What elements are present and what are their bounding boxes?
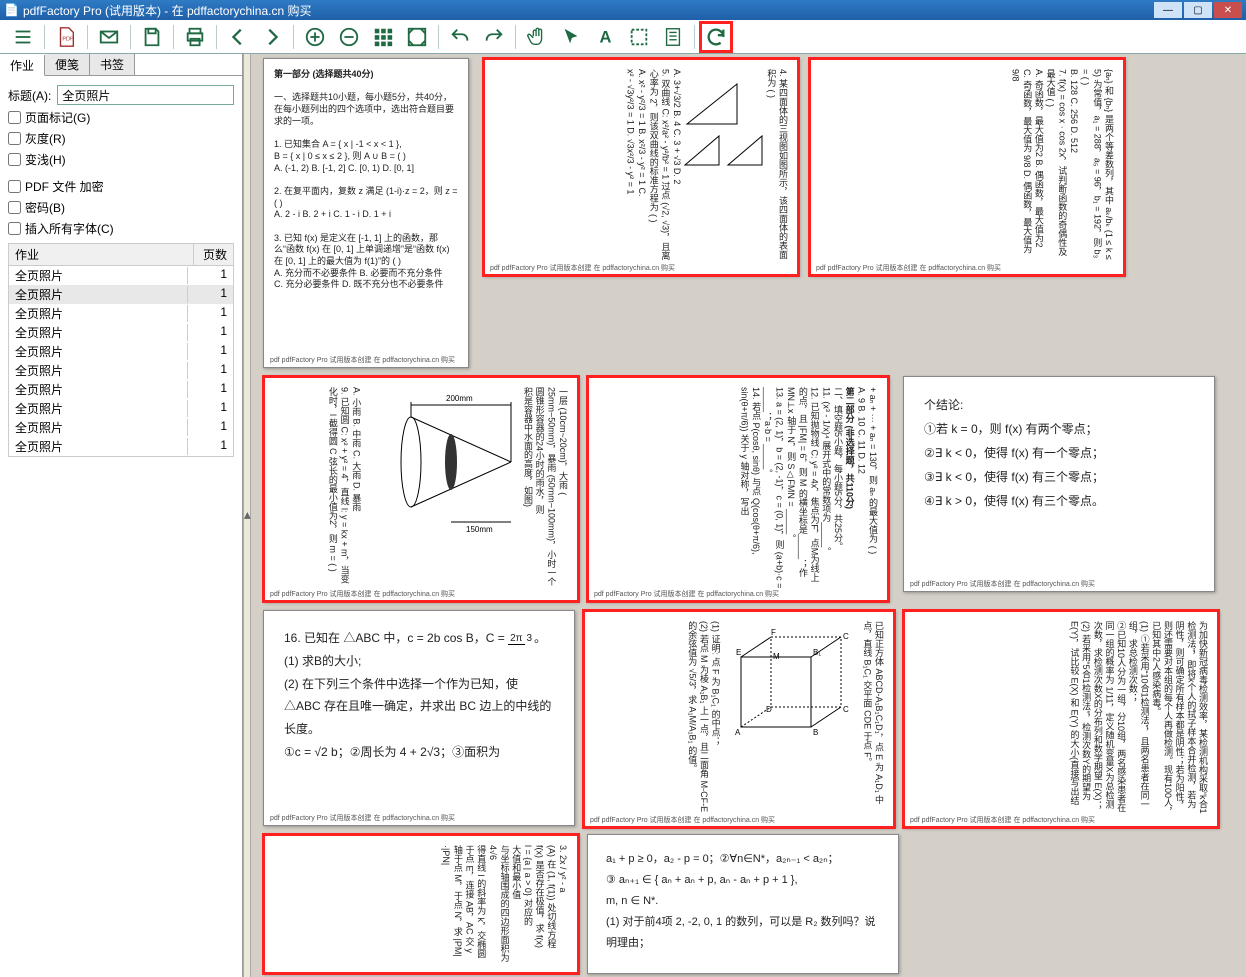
svg-text:A: A	[735, 728, 741, 737]
thumbnail-area[interactable]: 第一部分 (选择题共40分) 一、选择题共10小题，每小题5分，共40分，在每小…	[251, 54, 1246, 977]
pdf-icon[interactable]: PDF	[51, 23, 81, 51]
lbl-embed: 插入所有字体(C)	[25, 220, 114, 237]
zoom-out-button[interactable]	[334, 23, 364, 51]
chk-light[interactable]	[8, 153, 21, 166]
email-button[interactable]	[94, 23, 124, 51]
list-item[interactable]: 全页照片1	[9, 304, 233, 323]
cube-diagram: E B₁ F C A B C D M	[721, 627, 861, 747]
title-label: 标题(A):	[8, 87, 51, 104]
text-tool[interactable]: A	[590, 23, 620, 51]
redo-button[interactable]	[479, 23, 509, 51]
chk-embed[interactable]	[8, 222, 21, 235]
chk-pagemark[interactable]	[8, 111, 21, 124]
lbl-gray: 灰度(R)	[25, 130, 66, 147]
lbl-pwd: 密码(B)	[25, 199, 65, 216]
back-button[interactable]	[223, 23, 253, 51]
page-thumb-4[interactable]: 一层 (10cm~20cm)，大雨 ( 25mm~50mm)，暴雨 (50mm~…	[263, 376, 579, 602]
marquee-tool[interactable]	[624, 23, 654, 51]
col-pages[interactable]: 页数	[193, 244, 233, 265]
chk-gray[interactable]	[8, 132, 21, 145]
tab-bookmarks[interactable]: 书签	[90, 54, 135, 75]
lbl-pagemark: 页面标记(G)	[25, 109, 90, 126]
note-tool[interactable]	[658, 23, 688, 51]
minimize-button[interactable]: —	[1154, 2, 1182, 18]
list-item[interactable]: 全页照片1	[9, 342, 233, 361]
hand-tool[interactable]	[522, 23, 552, 51]
svg-text:D: D	[766, 705, 772, 714]
undo-button[interactable]	[445, 23, 475, 51]
svg-text:E: E	[736, 648, 741, 657]
svg-text:C: C	[843, 705, 849, 714]
page-thumb-11[interactable]: a₁ + p ≥ 0，a₂ - p = 0；②∀n∈N*，a₂ₙ₋₁ < a₂ₙ…	[587, 834, 899, 974]
list-item[interactable]: 全页照片1	[9, 266, 233, 285]
cone-diagram: 200mm 150mm	[361, 387, 521, 537]
triangle-icon	[682, 79, 742, 129]
svg-text:F: F	[771, 628, 776, 637]
title-input[interactable]	[57, 85, 234, 105]
svg-text:C: C	[843, 632, 849, 641]
app-icon: 📄	[4, 3, 19, 17]
footnote: pdf pdfFactory Pro 试用版本创建 在 pdffactorych…	[270, 355, 455, 365]
list-item[interactable]: 全页照片1	[9, 323, 233, 342]
zoom-in-button[interactable]	[300, 23, 330, 51]
maximize-button[interactable]: ▢	[1184, 2, 1212, 18]
print-button[interactable]	[180, 23, 210, 51]
svg-text:150mm: 150mm	[466, 525, 493, 534]
page-thumb-1[interactable]: 第一部分 (选择题共40分) 一、选择题共10小题，每小题5分，共40分，在每小…	[263, 58, 469, 368]
page-thumb-10[interactable]: 3. 2x / y² - a (A) 在 (1, f(1)) 处切线方程 f(x…	[263, 834, 579, 974]
page-thumb-3[interactable]: {aₙ} 和 {bₙ} 是两个等差数列，其中 aₖ/bₖ (1 ≤ k ≤ 5)…	[809, 58, 1125, 276]
svg-text:A: A	[600, 28, 612, 46]
page-thumb-2[interactable]: 4. 某四面体的三视图如图所示，该四面体的表面积为 ( ) A. 3+√3/2 …	[483, 58, 799, 276]
lbl-light: 变浅(H)	[25, 151, 66, 168]
sidebar: 作业 便笺 书签 标题(A): 页面标记(G) 灰度(R) 变浅(H) PDF …	[0, 54, 243, 977]
toolbar: PDF A	[0, 20, 1246, 54]
list-item[interactable]: 全页照片1	[9, 380, 233, 399]
page-thumb-6[interactable]: 个结论: ①若 k = 0，则 f(x) 有两个零点； ②∃ k < 0，使得 …	[903, 376, 1215, 592]
list-item[interactable]: 全页照片1	[9, 418, 233, 437]
page-thumb-7[interactable]: 16. 已知在 △ABC 中，c = 2b cos B，C = 2π3。 (1)…	[263, 610, 575, 826]
tab-notes[interactable]: 便笺	[45, 54, 90, 75]
chk-encrypt[interactable]	[8, 180, 21, 193]
svg-text:PDF: PDF	[62, 36, 74, 42]
list-item[interactable]: 全页照片1	[9, 399, 233, 418]
save-button[interactable]	[137, 23, 167, 51]
svg-text:M: M	[773, 652, 780, 661]
list-item[interactable]: 全页照片1	[9, 361, 233, 380]
forward-button[interactable]	[257, 23, 287, 51]
page-thumb-9[interactable]: 为加快新冠病毒检测效率，某检测机构采取“k合1检测法”，即将k个人的拭子样本合并…	[903, 610, 1219, 828]
page-thumb-8[interactable]: 已知正方体 ABCD-A₁B₁C₁D₁，点 E 为 A₁D₁ 中点，直线 B₁C…	[583, 610, 895, 828]
splitter[interactable]: ◀	[243, 54, 251, 977]
rotate-button[interactable]	[701, 23, 731, 51]
window-title: pdfFactory Pro (试用版本) - 在 pdffactorychin…	[23, 2, 1152, 19]
page-thumb-5[interactable]: + aₙ + ··· + aₙ = 130，则 aₙ 的最大值为 ( ) A. …	[587, 376, 889, 602]
fit-button[interactable]	[402, 23, 432, 51]
lbl-encrypt: PDF 文件 加密	[25, 178, 104, 195]
list-item[interactable]: 全页照片1	[9, 285, 233, 304]
col-name[interactable]: 作业	[9, 244, 193, 265]
menu-button[interactable]	[8, 23, 38, 51]
tab-jobs[interactable]: 作业	[0, 55, 45, 76]
close-button[interactable]: ✕	[1214, 2, 1242, 18]
thumbnails-button[interactable]	[368, 23, 398, 51]
select-tool[interactable]	[556, 23, 586, 51]
chk-pwd[interactable]	[8, 201, 21, 214]
svg-text:B₁: B₁	[813, 648, 821, 657]
svg-text:200mm: 200mm	[446, 394, 473, 403]
svg-text:B: B	[813, 728, 818, 737]
job-list: 全页照片1全页照片1全页照片1全页照片1全页照片1全页照片1全页照片1全页照片1…	[8, 266, 234, 457]
list-item[interactable]: 全页照片1	[9, 437, 233, 456]
